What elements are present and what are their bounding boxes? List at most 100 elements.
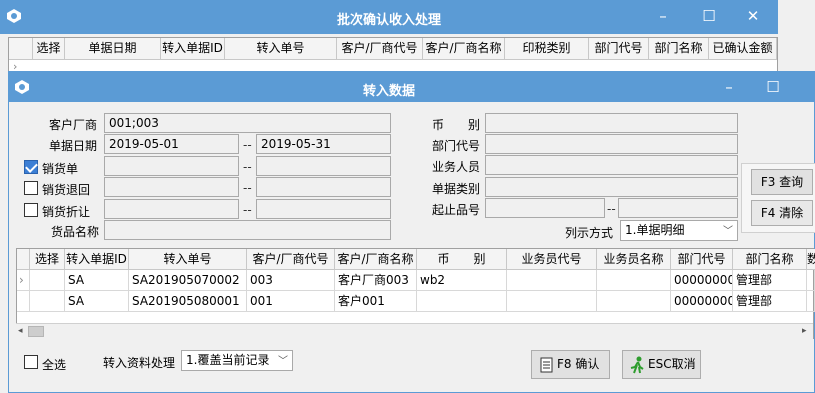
row-indicator-icon: › (17, 270, 30, 291)
back-col-header[interactable]: 客户/厂商代号 (337, 38, 423, 60)
back-col-header[interactable]: 印税类别 (505, 38, 589, 60)
back-col-header[interactable]: 部门名称 (649, 38, 709, 60)
grid-col-header[interactable]: 业务员名称 (597, 249, 671, 270)
dept-field[interactable] (485, 134, 738, 154)
grid-cell[interactable] (597, 291, 671, 312)
discount-from-field[interactable] (104, 199, 239, 219)
scrollbar-thumb[interactable] (28, 326, 44, 337)
grid-cell[interactable] (597, 270, 671, 291)
sales-label[interactable]: 销货单 (42, 160, 78, 177)
sales-to-field[interactable] (256, 156, 391, 176)
grid-cell[interactable] (30, 291, 65, 312)
maximize-button[interactable]: ☐ (694, 7, 724, 25)
grid-col-header[interactable]: 部门名称 (733, 249, 807, 270)
select-all-label[interactable]: 全选 (42, 356, 66, 373)
back-col-header[interactable]: 客户/厂商名称 (423, 38, 505, 60)
clear-button[interactable]: F4 清除 (751, 200, 813, 226)
doc-type-label: 单据类别 (432, 182, 481, 196)
return-to-field[interactable] (256, 177, 391, 197)
discount-checkbox[interactable] (24, 203, 38, 217)
grid-col-header[interactable]: 转入单号 (129, 249, 247, 270)
item-from-field[interactable] (485, 198, 605, 218)
grid-cell[interactable] (507, 291, 597, 312)
grid-cell[interactable]: 001 (247, 291, 335, 312)
grid-col-header[interactable]: 部门代号 (671, 249, 733, 270)
scroll-left-icon[interactable]: ◂ (18, 326, 23, 336)
customer-field[interactable]: 001;003 (104, 113, 391, 133)
discount-to-field[interactable] (256, 199, 391, 219)
grid-cell[interactable] (807, 270, 815, 291)
dialog-titlebar: 转入数据 – ☐ (9, 72, 815, 102)
product-name-field[interactable] (104, 220, 391, 240)
grid-cell[interactable]: 管理部 (733, 270, 807, 291)
grid-cell[interactable] (807, 291, 815, 312)
return-label[interactable]: 销货退回 (42, 181, 90, 198)
back-col-header[interactable]: 部门代号 (589, 38, 649, 60)
product-name-label: 货品名称 (51, 225, 100, 239)
grid-cell[interactable]: wb2 (417, 270, 507, 291)
back-col-header[interactable]: 转入单据ID (161, 38, 225, 60)
doc-type-field[interactable] (485, 177, 738, 197)
select-all-checkbox[interactable] (24, 355, 38, 369)
sales-checkbox[interactable] (24, 160, 38, 174)
transfer-mode-value: 1.覆盖当前记录 (186, 353, 270, 367)
return-checkbox[interactable] (24, 181, 38, 195)
confirm-button[interactable]: F8 确认 (531, 350, 610, 379)
cancel-button[interactable]: ESC取消 (622, 350, 701, 379)
range-dash: -- (243, 160, 252, 174)
chevron-down-icon: ﹀ (278, 356, 288, 367)
minimize-button[interactable]: – (648, 7, 678, 25)
back-col-header[interactable]: 已确认金额 (709, 38, 777, 60)
grid-cell[interactable]: 00000000 (671, 291, 733, 312)
minimize-button[interactable]: – (714, 78, 744, 96)
grid-col-header[interactable]: 数量 (807, 249, 815, 270)
grid-cell[interactable] (507, 270, 597, 291)
grid-cell[interactable] (417, 291, 507, 312)
grid-col-header[interactable]: 客户/厂商名称 (335, 249, 417, 270)
transfer-label: 转入资料处理 (103, 356, 176, 370)
grid-cell[interactable]: SA201905080001 (129, 291, 247, 312)
date-label: 单据日期 (49, 139, 98, 153)
row-header-corner (9, 38, 33, 60)
back-window-titlebar: 批次确认收入处理 – ☐ ✕ (0, 0, 778, 34)
display-mode-value: 1.单据明细 (625, 223, 685, 237)
back-col-header[interactable]: 选择 (33, 38, 65, 60)
horizontal-scrollbar[interactable]: ◂ ▸ (16, 323, 813, 339)
range-dash: -- (243, 181, 252, 195)
maximize-button[interactable]: ☐ (758, 78, 788, 96)
sales-from-field[interactable] (104, 156, 239, 176)
back-col-header[interactable]: 转入单号 (225, 38, 337, 60)
back-col-header[interactable]: 单据日期 (65, 38, 161, 60)
grid-cell[interactable]: 客户001 (335, 291, 417, 312)
grid-col-header[interactable]: 业务员代号 (507, 249, 597, 270)
staff-field[interactable] (485, 155, 738, 175)
currency-label: 币 别 (432, 118, 481, 132)
grid-col-header[interactable]: 币 别 (417, 249, 507, 270)
grid-cell[interactable]: 00000000 (671, 270, 733, 291)
dialog-title: 转入数据 (362, 84, 415, 99)
grid-cell[interactable]: SA201905070002 (129, 270, 247, 291)
scroll-right-icon[interactable]: ▸ (802, 326, 807, 336)
row-header (17, 291, 30, 312)
grid-cell[interactable]: SA (65, 270, 129, 291)
close-button[interactable]: ✕ (738, 7, 768, 25)
date-from-field[interactable]: 2019-05-01 (104, 134, 239, 154)
grid-cell[interactable]: SA (65, 291, 129, 312)
chevron-down-icon: ﹀ (723, 226, 733, 237)
grid-col-header[interactable]: 转入单据ID (65, 249, 129, 270)
grid-col-header[interactable]: 选择 (30, 249, 65, 270)
query-button[interactable]: F3 查询 (751, 169, 813, 195)
grid-cell[interactable] (30, 270, 65, 291)
item-to-field[interactable] (618, 198, 738, 218)
transfer-mode-select[interactable]: 1.覆盖当前记录 ﹀ (181, 350, 293, 371)
grid-cell[interactable]: 管理部 (733, 291, 807, 312)
display-mode-select[interactable]: 1.单据明细 ﹀ (620, 220, 738, 241)
return-from-field[interactable] (104, 177, 239, 197)
grid-cell[interactable]: 客户厂商003 (335, 270, 417, 291)
grid-cell[interactable]: 003 (247, 270, 335, 291)
discount-label[interactable]: 销货折让 (42, 203, 90, 220)
grid-col-header[interactable]: 客户/厂商代号 (247, 249, 335, 270)
currency-field[interactable] (485, 113, 738, 133)
customer-label: 客户厂商 (49, 118, 98, 132)
date-to-field[interactable]: 2019-05-31 (256, 134, 391, 154)
